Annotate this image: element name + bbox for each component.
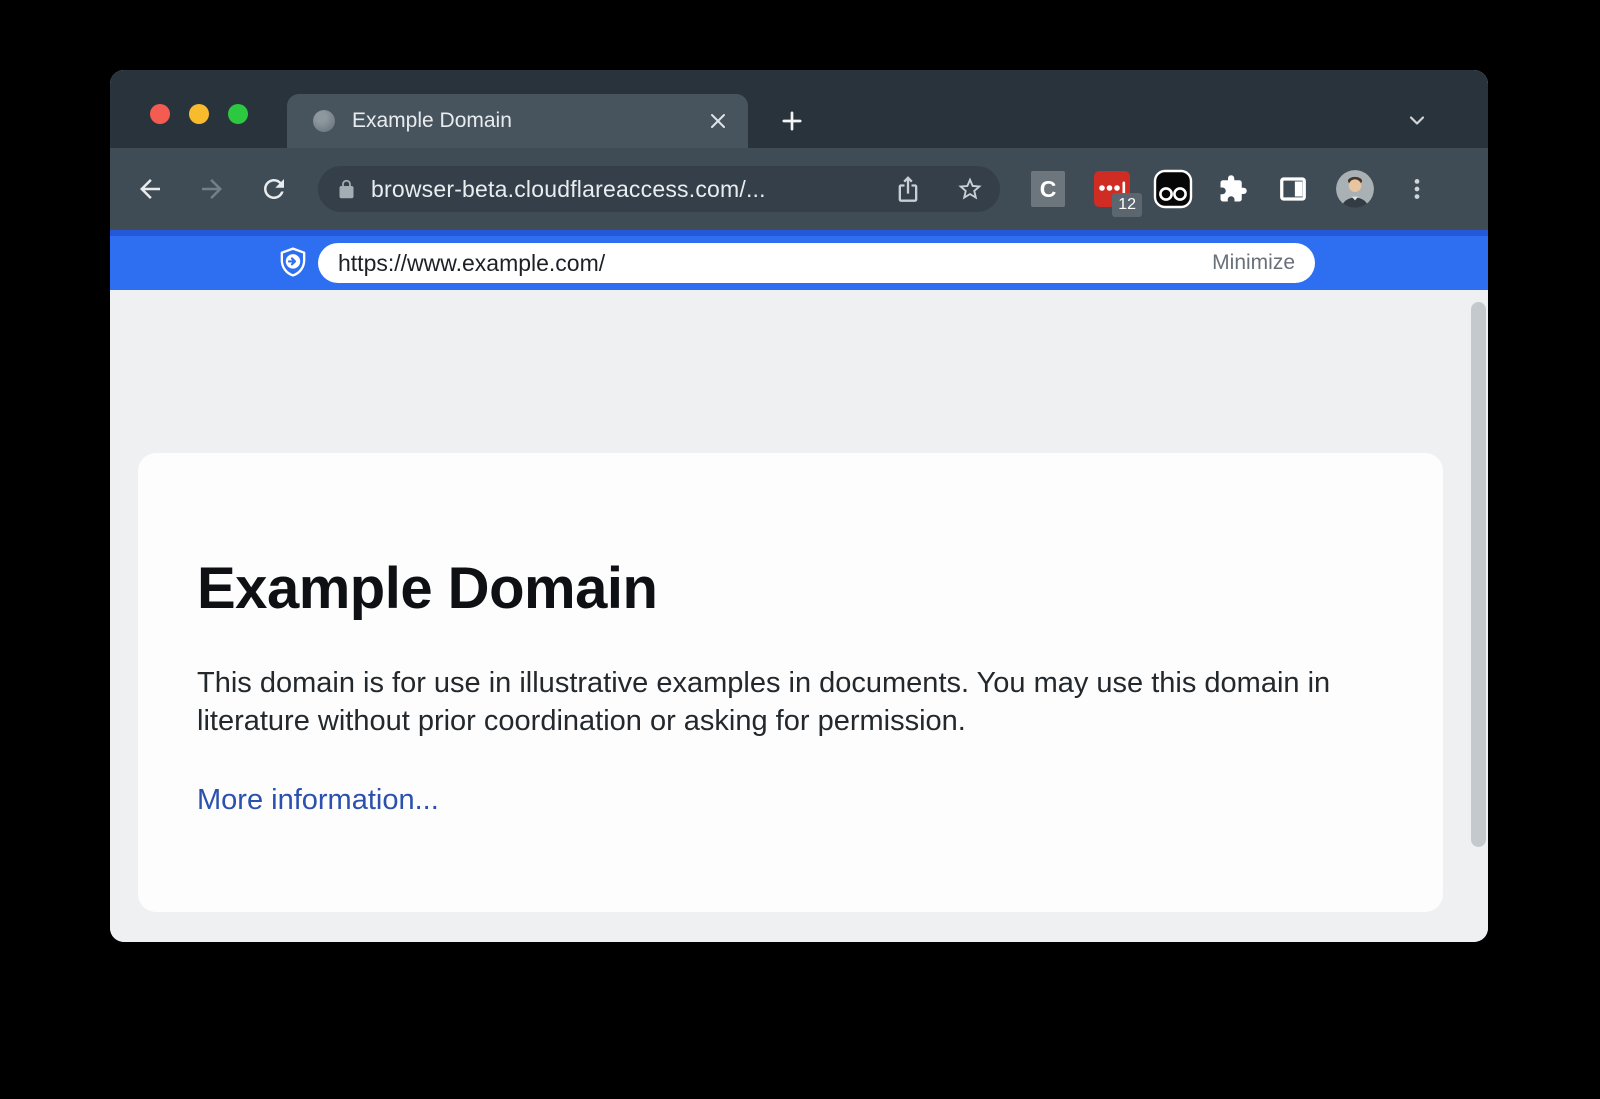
close-window-button[interactable] xyxy=(150,104,170,124)
globe-favicon-icon xyxy=(313,110,335,132)
reload-button[interactable] xyxy=(252,167,296,211)
lastpass-extension-icon[interactable]: 12 xyxy=(1094,171,1130,207)
side-panel-icon[interactable] xyxy=(1271,167,1315,211)
forward-button[interactable] xyxy=(190,167,234,211)
more-information-link[interactable]: More information... xyxy=(197,784,439,816)
example-domain-card: Example Domain This domain is for use in… xyxy=(138,453,1443,912)
address-bar-url: browser-beta.cloudflareaccess.com/... xyxy=(371,176,766,203)
tab-example-domain[interactable]: Example Domain xyxy=(287,94,748,148)
extensions-puzzle-icon[interactable] xyxy=(1211,167,1255,211)
vertical-scrollbar[interactable] xyxy=(1471,302,1486,847)
tab-strip: Example Domain xyxy=(110,70,1488,148)
page-title: Example Domain xyxy=(197,555,1363,622)
isolation-bar: Minimize xyxy=(110,230,1488,290)
browser-toolbar: browser-beta.cloudflareaccess.com/... C … xyxy=(110,148,1488,230)
tab-title: Example Domain xyxy=(352,109,512,133)
chevron-down-icon[interactable] xyxy=(1397,100,1437,140)
dark-extension-icon[interactable] xyxy=(1153,169,1193,209)
extension-c-icon[interactable]: C xyxy=(1031,171,1065,207)
bookmark-star-icon[interactable] xyxy=(948,167,992,211)
lock-icon[interactable] xyxy=(336,179,357,200)
page-paragraph: This domain is for use in illustrative e… xyxy=(197,664,1347,740)
extension-badge: 12 xyxy=(1112,193,1142,217)
shield-icon xyxy=(276,246,310,280)
fullscreen-window-button[interactable] xyxy=(228,104,248,124)
share-icon[interactable] xyxy=(886,167,930,211)
isolated-url-bar[interactable]: Minimize xyxy=(318,243,1315,283)
isolated-url-input[interactable] xyxy=(338,250,1200,277)
back-button[interactable] xyxy=(128,167,172,211)
new-tab-button[interactable] xyxy=(772,101,812,141)
profile-avatar[interactable] xyxy=(1336,170,1374,208)
page-viewport: Example Domain This domain is for use in… xyxy=(110,290,1488,942)
browser-window: Example Domain browser-beta.cloudflareac… xyxy=(110,70,1488,942)
minimize-button[interactable]: Minimize xyxy=(1212,251,1295,275)
close-tab-icon[interactable] xyxy=(706,109,730,133)
kebab-menu-icon[interactable] xyxy=(1395,167,1439,211)
minimize-window-button[interactable] xyxy=(189,104,209,124)
extension-c-label: C xyxy=(1040,176,1057,203)
